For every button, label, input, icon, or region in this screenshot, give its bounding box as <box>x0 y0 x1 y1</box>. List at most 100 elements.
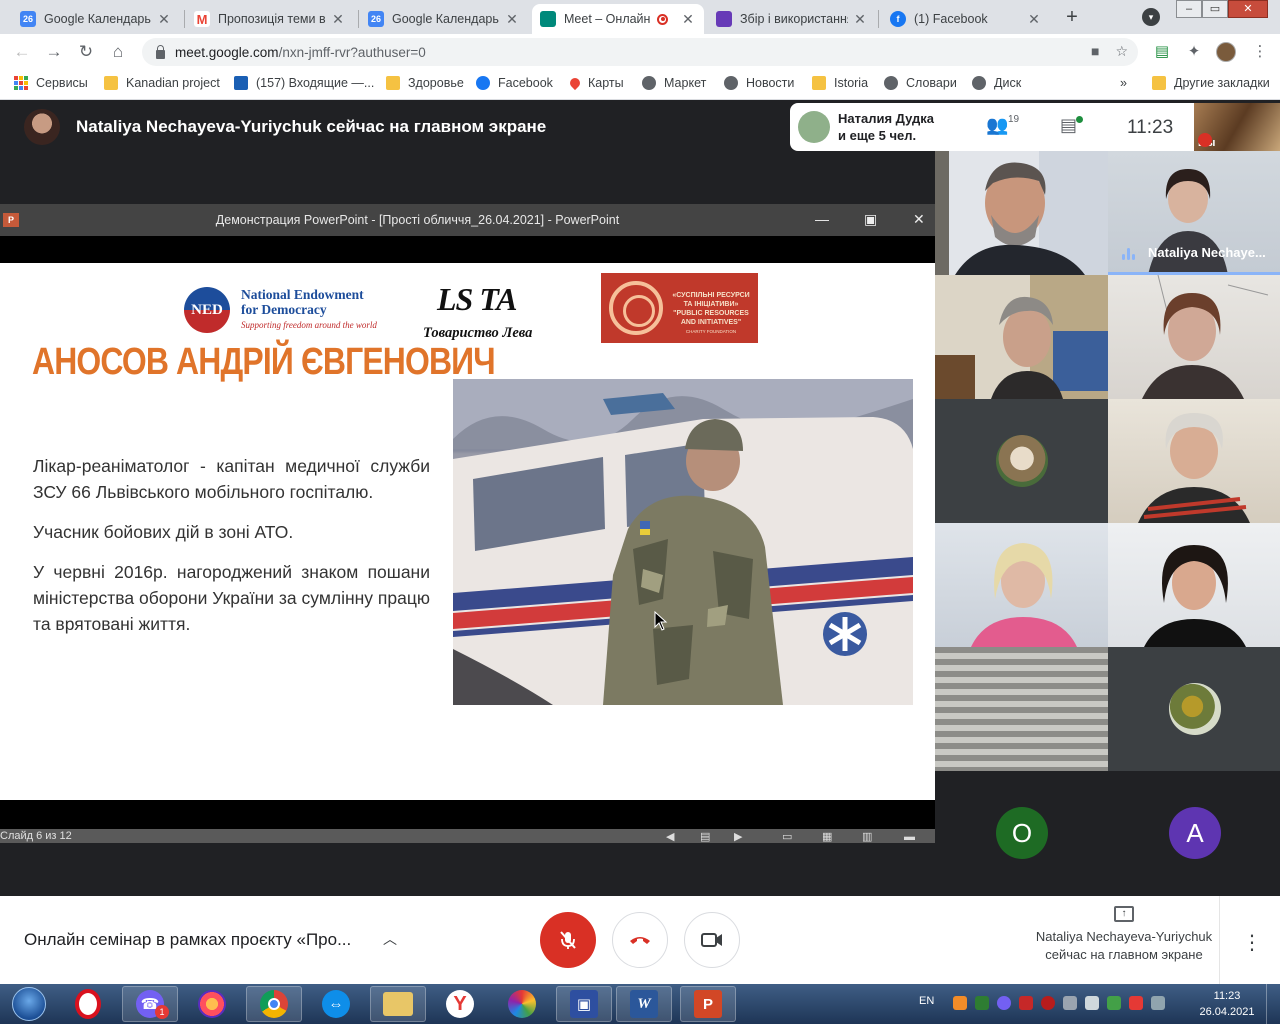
taskbar-viber[interactable]: ☎ 1 <box>122 986 178 1022</box>
language-indicator[interactable]: EN <box>919 995 934 1007</box>
tab-google-calendar-2[interactable]: 26 Google Календарь - ✕ <box>360 4 528 34</box>
tray-app-icon[interactable] <box>975 996 989 1010</box>
lock-icon[interactable] <box>156 44 165 59</box>
slide-menu-icon[interactable]: ▤ <box>700 830 710 844</box>
tray-check-icon[interactable] <box>1107 996 1121 1010</box>
bookmark-mail[interactable]: (157) Входящие —... <box>234 76 374 90</box>
taskbar-teamviewer[interactable]: ⇔ <box>308 986 364 1022</box>
participant-tile[interactable] <box>1108 647 1280 771</box>
tab-forms[interactable]: Збір і використання ✕ <box>708 4 876 34</box>
bookmark-facebook[interactable]: Facebook <box>476 76 553 90</box>
network-icon[interactable] <box>1151 996 1165 1010</box>
people-icon[interactable]: 👥 <box>986 115 1008 136</box>
participant-tile[interactable] <box>935 399 1108 523</box>
bookmark-apps[interactable]: Сервисы <box>14 76 88 90</box>
tab-meet[interactable]: Meet – Онлайн ✕ <box>532 4 704 34</box>
camera-in-use-icon[interactable]: ■ <box>1091 43 1099 60</box>
chat-icon[interactable]: ▤ <box>1060 115 1077 136</box>
taskbar-save[interactable]: ▣ <box>556 986 612 1022</box>
prev-slide-icon[interactable]: ◀ <box>666 830 674 844</box>
self-video-tile[interactable]: Вы <box>1194 103 1280 151</box>
other-bookmarks[interactable]: Другие закладки <box>1152 76 1270 90</box>
taskbar-powerpoint[interactable]: P <box>680 986 736 1022</box>
extension-icon[interactable]: ▤ <box>1152 42 1172 62</box>
bookmark-folder[interactable]: Istoria <box>812 76 868 90</box>
participant-tile[interactable] <box>1108 275 1280 399</box>
ppt-close-button[interactable]: ✕ <box>913 211 925 228</box>
tab-google-calendar-1[interactable]: 26 Google Календарь - ✕ <box>12 4 180 34</box>
address-bar[interactable]: meet.google.com/nxn-jmff-rvr?authuser=0 … <box>142 38 1138 66</box>
tab-facebook[interactable]: f (1) Facebook ✕ <box>882 4 1050 34</box>
taskbar-firefox[interactable] <box>184 986 240 1022</box>
camera-toggle-button[interactable] <box>684 912 740 968</box>
minimize-button[interactable]: – <box>1176 0 1202 18</box>
bookmark-folder[interactable]: Kanadian project <box>104 76 220 90</box>
shield-icon[interactable] <box>1019 996 1033 1010</box>
participant-tile[interactable] <box>935 275 1108 399</box>
microphone-toggle-button[interactable] <box>540 912 596 968</box>
next-slide-icon[interactable]: ▶ <box>734 830 742 844</box>
close-window-button[interactable]: ✕ <box>1228 0 1268 18</box>
normal-view-icon[interactable]: ▭ <box>782 830 792 844</box>
ppt-minimize-button[interactable]: — <box>815 211 829 227</box>
reading-view-icon[interactable]: ▥ <box>862 830 872 844</box>
tab-gmail[interactable]: M Пропозиція теми в ✕ <box>186 4 354 34</box>
taskbar-opera[interactable] <box>60 986 116 1022</box>
reload-icon[interactable]: ↻ <box>76 42 96 62</box>
network-icon[interactable] <box>1063 996 1077 1010</box>
speaker-icon[interactable] <box>1085 996 1099 1010</box>
new-tab-button[interactable]: + <box>1058 4 1086 30</box>
participant-tile[interactable]: A <box>1108 771 1280 896</box>
participant-tile[interactable] <box>935 647 1108 771</box>
maximize-button[interactable]: ▭ <box>1202 0 1228 18</box>
close-icon[interactable]: ✕ <box>680 11 696 28</box>
participant-tile[interactable] <box>1108 399 1280 523</box>
puzzle-extensions-icon[interactable]: ✦ <box>1184 42 1204 62</box>
leave-call-button[interactable] <box>612 912 668 968</box>
close-icon[interactable]: ✕ <box>156 11 172 28</box>
bookmark-star-icon[interactable]: ☆ <box>1115 43 1128 60</box>
bookmark-maps[interactable]: Карты <box>567 75 624 91</box>
profile-avatar[interactable] <box>1216 42 1236 62</box>
participant-tile[interactable] <box>935 151 1108 275</box>
slide-sorter-icon[interactable]: ▦ <box>822 830 832 844</box>
tray-app-icon[interactable] <box>953 996 967 1010</box>
close-icon[interactable]: ✕ <box>504 11 520 28</box>
slideshow-icon[interactable]: ▬ <box>904 830 915 844</box>
participant-tile[interactable] <box>935 523 1108 647</box>
chevron-up-icon[interactable]: ︿ <box>383 929 397 949</box>
home-icon[interactable]: ⌂ <box>108 42 128 62</box>
bookmark-news[interactable]: Новости <box>724 76 794 90</box>
close-icon[interactable]: ✕ <box>1026 11 1042 28</box>
bookmark-drive[interactable]: Диск <box>972 76 1021 90</box>
back-arrow-icon[interactable]: ← <box>12 42 32 62</box>
bookmark-market[interactable]: Маркет <box>642 76 706 90</box>
presenting-status[interactable]: ↑ Nataliya Nechayeva-Yuriychuk сейчас на… <box>1020 906 1228 964</box>
forward-arrow-icon[interactable]: → <box>44 42 64 62</box>
participant-tile[interactable] <box>1108 523 1280 647</box>
taskbar-chrome[interactable] <box>246 986 302 1022</box>
viber-icon[interactable] <box>997 996 1011 1010</box>
meeting-title[interactable]: Онлайн семінар в рамках проєкту «Про... <box>24 930 351 950</box>
bookmark-folder[interactable]: Здоровье <box>386 76 464 90</box>
participant-tile-active-speaker[interactable]: Nataliya Nechaye... <box>1108 151 1280 275</box>
people-speaking-card[interactable]: Наталия Дудка и еще 5 чел. <box>790 103 962 151</box>
bookmark-dictionaries[interactable]: Словари <box>884 76 957 90</box>
participant-tile[interactable]: O <box>935 771 1108 896</box>
taskbar-picasa[interactable] <box>494 986 550 1022</box>
taskbar-explorer[interactable] <box>370 986 426 1022</box>
close-icon[interactable]: ✕ <box>852 11 868 28</box>
taskbar-clock[interactable]: 11:23 26.04.2021 <box>1196 988 1258 1020</box>
tab-search-icon[interactable]: ▾ <box>1142 8 1160 26</box>
tray-flag-icon[interactable] <box>1129 996 1143 1010</box>
taskbar-word[interactable]: W <box>616 986 672 1022</box>
bookmarks-overflow-button[interactable]: » <box>1120 76 1127 90</box>
tray-app-icon[interactable] <box>1041 996 1055 1010</box>
more-menu-icon[interactable]: ⋮ <box>1250 42 1270 62</box>
start-button[interactable] <box>4 984 52 1024</box>
more-options-icon[interactable]: ⋮ <box>1242 930 1262 955</box>
ppt-maximize-button[interactable]: ▣ <box>864 211 877 228</box>
taskbar-yandex[interactable]: Y <box>432 986 488 1022</box>
close-icon[interactable]: ✕ <box>330 11 346 28</box>
show-desktop-button[interactable] <box>1266 984 1280 1024</box>
